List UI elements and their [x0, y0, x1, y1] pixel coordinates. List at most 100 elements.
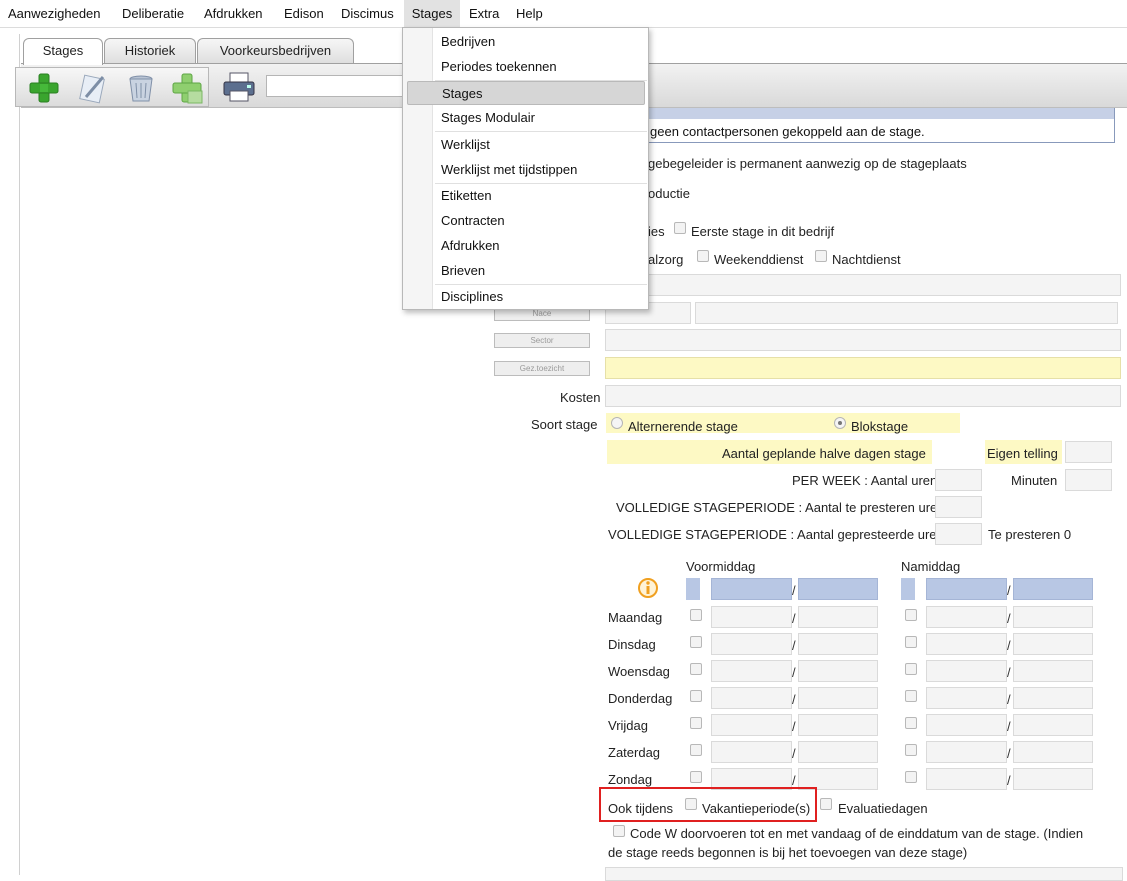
menu-deliberatie[interactable]: Deliberatie [122, 0, 184, 28]
maandag-namiddag-end[interactable] [1013, 606, 1093, 628]
zaterdag-voormiddag-start[interactable] [711, 741, 792, 763]
zaterdag-namiddag-start[interactable] [926, 741, 1007, 763]
dinsdag-namiddag-checkbox[interactable] [905, 636, 917, 648]
tab-stages[interactable]: Stages [23, 38, 103, 65]
per-week-uren-field[interactable] [935, 469, 982, 491]
donderdag-namiddag-checkbox[interactable] [905, 690, 917, 702]
vrijdag-voormiddag-checkbox[interactable] [690, 717, 702, 729]
woensdag-voormiddag-checkbox[interactable] [690, 663, 702, 675]
dropdown-item-stages[interactable]: Stages [407, 81, 645, 105]
namiddag-all-checkbox[interactable] [901, 578, 915, 600]
info-icon[interactable] [637, 577, 659, 599]
kosten-field[interactable] [605, 385, 1121, 407]
separator-slash: / [1007, 665, 1011, 680]
woensdag-voormiddag-start[interactable] [711, 660, 792, 682]
donderdag-voormiddag-end[interactable] [798, 687, 878, 709]
vakantieperiode-checkbox[interactable] [685, 798, 697, 810]
dinsdag-namiddag-start[interactable] [926, 633, 1007, 655]
dropdown-item-disciplines[interactable]: Disciplines [407, 285, 645, 309]
minuten-field[interactable] [1065, 469, 1112, 491]
evaluatiedagen-checkbox[interactable] [820, 798, 832, 810]
edit-icon[interactable] [76, 71, 110, 105]
eerste-stage-checkbox[interactable] [674, 222, 686, 234]
tab-historiek[interactable]: Historiek [104, 38, 196, 64]
code-w-checkbox[interactable] [613, 825, 625, 837]
zondag-voormiddag-checkbox[interactable] [690, 771, 702, 783]
woensdag-voormiddag-end[interactable] [798, 660, 878, 682]
zondag-namiddag-end[interactable] [1013, 768, 1093, 790]
zondag-namiddag-checkbox[interactable] [905, 771, 917, 783]
menu-stages[interactable]: Stages [404, 0, 460, 28]
add-secondary-icon[interactable] [170, 71, 204, 105]
gez-toezicht-field[interactable] [605, 357, 1121, 379]
woensdag-namiddag-end[interactable] [1013, 660, 1093, 682]
dropdown-item-periodes-toekennen[interactable]: Periodes toekennen [407, 55, 645, 79]
donderdag-voormiddag-checkbox[interactable] [690, 690, 702, 702]
menu-help[interactable]: Help [516, 0, 543, 28]
vrijdag-voormiddag-end[interactable] [798, 714, 878, 736]
vrijdag-voormiddag-start[interactable] [711, 714, 792, 736]
toolbar-search-input[interactable] [266, 75, 406, 97]
nachtdienst-checkbox[interactable] [815, 250, 827, 262]
volledige-gepresteerd-field[interactable] [935, 523, 982, 545]
row-field[interactable] [605, 274, 1121, 296]
menu-edison[interactable]: Edison [284, 0, 324, 28]
menu-extra[interactable]: Extra [469, 0, 499, 28]
dinsdag-voormiddag-checkbox[interactable] [690, 636, 702, 648]
dropdown-item-bedrijven[interactable]: Bedrijven [407, 30, 645, 54]
volledige-te-presteren-field[interactable] [935, 496, 982, 518]
menu-discimus[interactable]: Discimus [341, 0, 394, 28]
maandag-voormiddag-end[interactable] [798, 606, 878, 628]
vrijdag-namiddag-checkbox[interactable] [905, 717, 917, 729]
vrijdag-namiddag-start[interactable] [926, 714, 1007, 736]
dropdown-item-contracten[interactable]: Contracten [407, 209, 645, 233]
dropdown-item-brieven[interactable]: Brieven [407, 259, 645, 283]
maandag-voormiddag-checkbox[interactable] [690, 609, 702, 621]
woensdag-namiddag-checkbox[interactable] [905, 663, 917, 675]
weekenddienst-checkbox[interactable] [697, 250, 709, 262]
dinsdag-namiddag-end[interactable] [1013, 633, 1093, 655]
menu-afdrukken[interactable]: Afdrukken [204, 0, 263, 28]
print-icon[interactable] [221, 70, 257, 104]
dropdown-item-afdrukken[interactable]: Afdrukken [407, 234, 645, 258]
blokstage-radio[interactable] [834, 417, 846, 429]
nace-description-field[interactable] [695, 302, 1118, 324]
maandag-voormiddag-start[interactable] [711, 606, 792, 628]
gez-toezicht-button[interactable]: Gez.toezicht [494, 361, 590, 376]
sector-button[interactable]: Sector [494, 333, 590, 348]
dropdown-item-etiketten[interactable]: Etiketten [407, 184, 645, 208]
delete-icon[interactable] [124, 71, 158, 105]
dropdown-item-werklijst-met-tijdstippen[interactable]: Werklijst met tijdstippen [407, 158, 645, 182]
sector-field[interactable] [605, 329, 1121, 351]
eigen-telling-field[interactable] [1065, 441, 1112, 463]
maandag-namiddag-start[interactable] [926, 606, 1007, 628]
woensdag-namiddag-start[interactable] [926, 660, 1007, 682]
zondag-namiddag-start[interactable] [926, 768, 1007, 790]
zaterdag-voormiddag-end[interactable] [798, 741, 878, 763]
separator-slash: / [1007, 692, 1011, 707]
dinsdag-voormiddag-start[interactable] [711, 633, 792, 655]
donderdag-namiddag-end[interactable] [1013, 687, 1093, 709]
zaterdag-voormiddag-checkbox[interactable] [690, 744, 702, 756]
volledige-te-presteren-label: VOLLEDIGE STAGEPERIODE : Aantal te prest… [616, 500, 945, 515]
alternerende-radio[interactable] [611, 417, 623, 429]
minuten-label: Minuten [1011, 473, 1058, 488]
ies-label: ies [648, 224, 665, 239]
namiddag-header-start [926, 578, 1007, 600]
day-label-dinsdag: Dinsdag [608, 637, 656, 652]
menu-aanwezigheden[interactable]: Aanwezigheden [8, 0, 101, 28]
add-icon[interactable] [27, 71, 61, 105]
vrijdag-namiddag-end[interactable] [1013, 714, 1093, 736]
tab-voorkeursbedrijven[interactable]: Voorkeursbedrijven [197, 38, 354, 64]
bottom-field[interactable] [605, 867, 1123, 881]
zaterdag-namiddag-checkbox[interactable] [905, 744, 917, 756]
donderdag-namiddag-start[interactable] [926, 687, 1007, 709]
dinsdag-voormiddag-end[interactable] [798, 633, 878, 655]
voormiddag-all-checkbox[interactable] [686, 578, 700, 600]
nachtdienst-label: Nachtdienst [832, 252, 901, 267]
dropdown-item-werklijst[interactable]: Werklijst [407, 133, 645, 157]
maandag-namiddag-checkbox[interactable] [905, 609, 917, 621]
dropdown-item-stages-modulair[interactable]: Stages Modulair [407, 106, 645, 130]
donderdag-voormiddag-start[interactable] [711, 687, 792, 709]
zaterdag-namiddag-end[interactable] [1013, 741, 1093, 763]
